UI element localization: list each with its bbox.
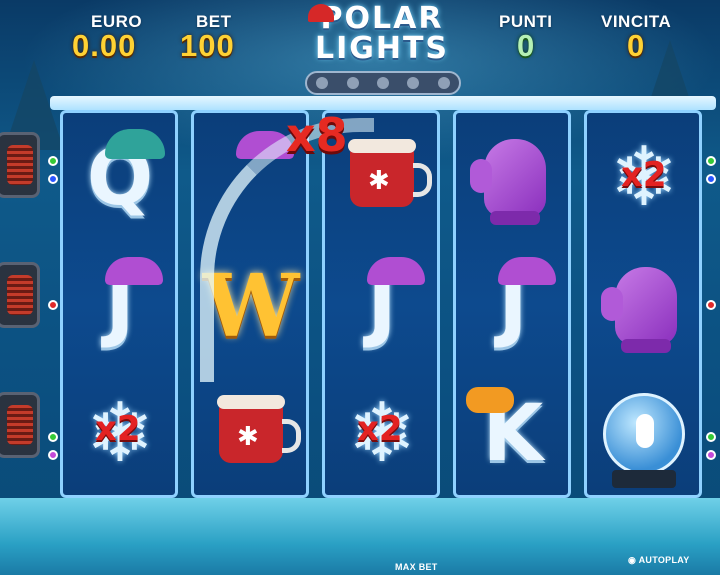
progress-dot <box>376 77 389 89</box>
points-value: 0 <box>517 28 536 63</box>
payline-marker-blue[interactable] <box>706 174 716 184</box>
purple-hat-icon <box>367 257 425 285</box>
speaker-middle <box>0 262 40 328</box>
orange-hat-icon <box>466 387 514 413</box>
payline-marker-green[interactable] <box>48 156 58 166</box>
payline-marker-green[interactable] <box>706 432 716 442</box>
symbol-j: J <box>65 251 175 361</box>
game-logo: POLAR LIGHTS <box>302 4 462 64</box>
multiplier-x2: x2 <box>95 409 141 449</box>
autoplay-button[interactable]: ◉ AUTOPLAY <box>628 555 690 566</box>
snow-globe-icon <box>603 393 685 488</box>
symbol-mug: ✱ <box>196 379 306 489</box>
purple-hat-icon <box>498 257 556 285</box>
payline-marker-green[interactable] <box>48 432 58 442</box>
payline-marker-green[interactable] <box>706 156 716 166</box>
bet-value[interactable]: 100 <box>180 28 235 64</box>
payline-marker-purple[interactable] <box>706 450 716 460</box>
symbol-snowflake-multiplier: ❄ x2 <box>327 379 437 489</box>
progress-dot <box>407 77 420 89</box>
payline-marker-red[interactable] <box>48 300 58 310</box>
logo-line-2: LIGHTS <box>314 31 450 66</box>
reel-4: J K <box>453 110 571 498</box>
autoplay-icon: ◉ <box>628 555 637 565</box>
autoplay-label: AUTOPLAY <box>638 555 690 565</box>
symbol-snowflake-multiplier: ❄ x2 <box>65 379 175 489</box>
payline-marker-red[interactable] <box>706 300 716 310</box>
mitten-icon <box>601 267 677 353</box>
speaker-bottom <box>0 392 40 458</box>
payline-marker-purple[interactable] <box>48 450 58 460</box>
purple-hat-icon <box>105 257 163 285</box>
bonus-progress-bar <box>305 71 461 95</box>
symbol-snow-globe <box>589 379 699 489</box>
reel-1: Q J ❄ x2 <box>60 110 178 498</box>
symbol-j: J <box>458 251 568 361</box>
progress-dot <box>437 77 450 89</box>
symbol-k: K <box>458 379 568 489</box>
teal-hat-icon <box>105 129 165 159</box>
credit-value: 0.00 <box>72 28 137 63</box>
symbol-snowflake-multiplier: ❄ x2 <box>589 123 699 233</box>
win-value: 0 <box>627 28 646 63</box>
ice-frame-top <box>50 96 716 110</box>
multiplier-x2: x2 <box>621 155 667 195</box>
progress-dot <box>316 77 329 89</box>
ice-floor <box>0 498 720 575</box>
symbol-mitten <box>591 251 701 361</box>
symbol-mitten <box>460 123 570 233</box>
cocoa-mug-icon: ✱ <box>217 395 301 463</box>
speaker-top <box>0 132 40 198</box>
max-bet-button[interactable]: MAX BET <box>395 562 438 572</box>
payline-marker-blue[interactable] <box>48 174 58 184</box>
progress-dot <box>346 77 359 89</box>
multiplier-x8: x8 <box>286 108 348 162</box>
game-screen: EURO 0.00 BET 100 POLAR LIGHTS PUNTI 0 V… <box>0 0 720 575</box>
symbol-q: Q <box>65 123 175 233</box>
reel-5: ❄ x2 <box>584 110 702 498</box>
mitten-icon <box>470 139 546 225</box>
multiplier-x2: x2 <box>357 409 403 449</box>
